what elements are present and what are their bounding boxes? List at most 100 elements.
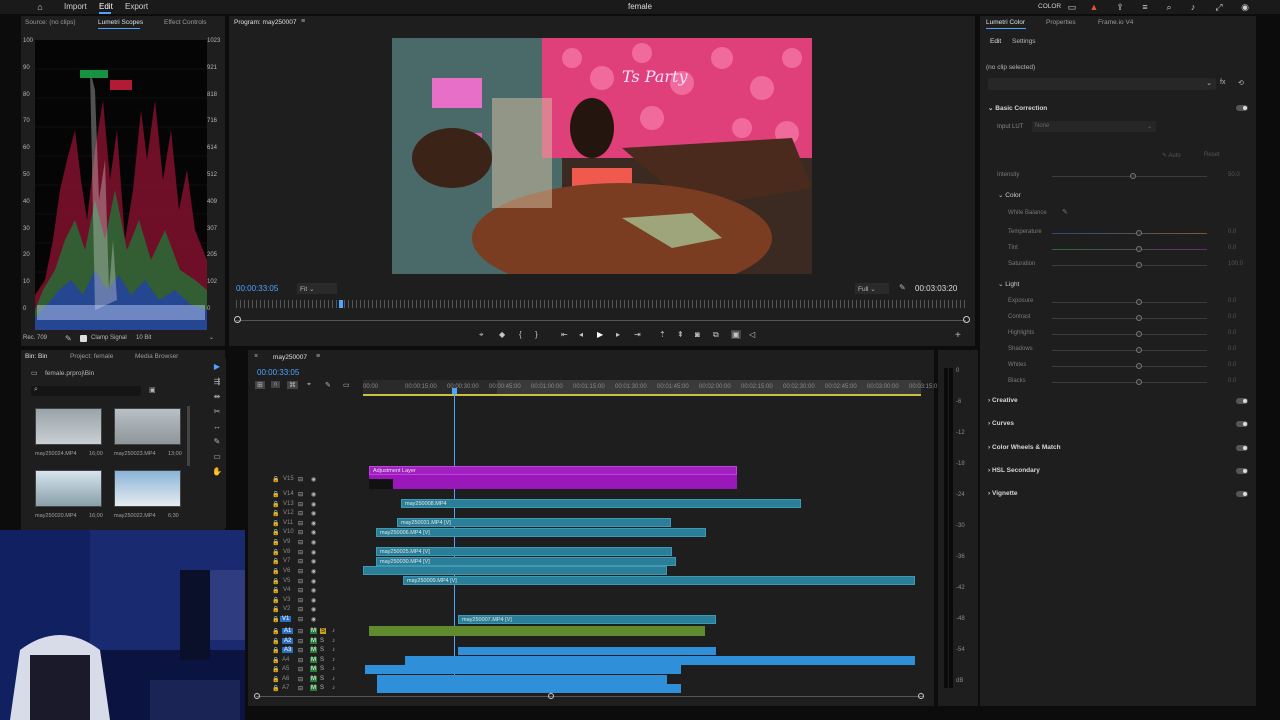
light-subsection-header[interactable]: ⌄ Light [998, 280, 1019, 288]
sync-icon[interactable]: ⊟ [298, 666, 303, 673]
mute-button[interactable]: M [310, 666, 317, 672]
sync-icon[interactable]: ⊟ [298, 520, 303, 527]
search-icon[interactable]: ⌕ [1163, 1, 1175, 13]
eye-icon[interactable]: ◉ [311, 606, 316, 613]
tab-media-browser[interactable]: Media Browser [135, 353, 178, 360]
track-name[interactable]: A1 [282, 628, 294, 634]
solo-button[interactable]: S [320, 638, 324, 644]
tab-lumetri-color[interactable]: Lumetri Color [986, 19, 1025, 26]
track-name[interactable]: A7 [282, 685, 289, 691]
slider-row[interactable]: Blacks 0.0 [980, 378, 1240, 388]
playhead-marker[interactable] [339, 300, 343, 308]
slider-value[interactable]: 0.0 [1228, 229, 1236, 235]
sync-icon[interactable]: ⊟ [298, 568, 303, 575]
lumetri-section-header[interactable]: › Color Wheels & Match [988, 444, 1248, 456]
lumetri-section-toggle[interactable] [1236, 444, 1248, 451]
slider-value[interactable]: 0.0 [1228, 346, 1236, 352]
fit-select[interactable]: Fit ⌄ [297, 283, 337, 294]
adjustment-layer-clip[interactable]: Adjustment Layer [369, 466, 737, 475]
chevron-down-icon[interactable]: ⌄ [209, 334, 214, 341]
horizontal-scrollbar[interactable] [256, 696, 924, 697]
lock-icon[interactable]: 🔒 [272, 529, 279, 536]
timeline-ruler[interactable]: 00:00 00:00:15:00 00:00:30:00 00:00:45:00 00… [363, 380, 937, 394]
lock-icon[interactable]: 🔒 [272, 501, 279, 508]
sequence-tab[interactable]: may250007 [273, 354, 307, 361]
work-area-bar[interactable] [363, 394, 921, 396]
sync-icon[interactable]: ⊟ [298, 529, 303, 536]
clip-select[interactable]: ⌄ [988, 78, 1216, 90]
bin-item-name[interactable]: may250023.MP4 [114, 451, 156, 457]
lock-icon[interactable]: 🔒 [272, 685, 279, 692]
panel-menu-icon[interactable]: ≡ [316, 353, 320, 360]
scroll-handle-mid[interactable] [548, 693, 554, 699]
marker-icon[interactable]: ⌖ [307, 381, 311, 389]
adjustment-layer-body[interactable] [369, 475, 737, 489]
eye-icon[interactable]: ◉ [311, 501, 316, 508]
basic-correction-toggle[interactable] [1236, 105, 1248, 111]
solo-button[interactable]: S [320, 685, 324, 691]
new-bin-icon[interactable]: ▣ [149, 386, 156, 394]
slip-icon[interactable]: ↔ [208, 422, 226, 431]
track-name[interactable]: A6 [282, 676, 289, 682]
lock-icon[interactable]: 🔒 [272, 616, 279, 623]
timeline-playhead[interactable] [454, 388, 455, 688]
camera-icon[interactable]: ◙ [695, 330, 700, 339]
lock-icon[interactable]: 🔒 [272, 587, 279, 594]
lock-icon[interactable]: 🔒 [272, 558, 279, 565]
audio-icon[interactable]: ◁ [749, 330, 755, 339]
scroll-handle-left[interactable] [254, 693, 260, 699]
lock-icon[interactable]: 🔒 [272, 597, 279, 604]
add-marker-icon[interactable]: ◆ [499, 330, 505, 339]
panel-menu-icon[interactable]: ≡ [301, 18, 305, 25]
eye-icon[interactable]: ◉ [311, 597, 316, 604]
audio-clip-a5[interactable] [365, 665, 681, 674]
step-forward-icon[interactable]: ▸ [616, 330, 620, 339]
selection-tool-icon[interactable]: ▶ [208, 362, 226, 371]
workspace-icon[interactable]: ▭ [1066, 1, 1078, 13]
lock-icon[interactable]: 🔒 [272, 491, 279, 498]
slider-knob[interactable] [1136, 230, 1142, 236]
eye-icon[interactable]: ◉ [311, 587, 316, 594]
slider-knob[interactable] [1130, 173, 1136, 179]
audio-clip-a7[interactable] [377, 684, 681, 693]
eye-icon[interactable]: ◉ [311, 476, 316, 483]
slider-knob[interactable] [1136, 363, 1142, 369]
lumetri-section-toggle[interactable] [1236, 398, 1248, 404]
slider-knob[interactable] [1136, 299, 1142, 305]
sync-icon[interactable]: ⊟ [298, 587, 303, 594]
sync-icon[interactable]: ⊟ [298, 578, 303, 585]
eyedropper-icon[interactable]: ✎ [1062, 208, 1068, 216]
lumetri-section-header[interactable]: › Vignette [988, 490, 1248, 502]
bin-thumbnail[interactable] [35, 470, 102, 507]
clip-may250006[interactable]: may250006.MP4 [V] [376, 528, 706, 537]
solo-button[interactable]: S [320, 628, 327, 634]
nest-icon[interactable]: ⊞ [255, 381, 265, 389]
marker-icon[interactable]: ⌖ [479, 330, 484, 340]
slider-value[interactable]: 0.0 [1228, 245, 1236, 251]
eye-icon[interactable]: ◉ [311, 568, 316, 575]
rectangle-icon[interactable]: ▭ [208, 452, 226, 461]
workspace-label[interactable]: COLOR [1038, 3, 1061, 10]
lock-icon[interactable]: 🔒 [272, 578, 279, 585]
subtab-edit[interactable]: Edit [990, 38, 1001, 45]
sync-icon[interactable]: ⊟ [298, 606, 303, 613]
reset-button[interactable]: Reset [1204, 152, 1220, 158]
colorspace-label[interactable]: Rec. 709 [23, 335, 47, 341]
tab-source[interactable]: Source: (no clips) [25, 19, 76, 26]
lumetri-section-header[interactable]: › Creative [988, 397, 1248, 409]
eye-icon[interactable]: ◉ [311, 539, 316, 546]
slider-knob[interactable] [1136, 331, 1142, 337]
linked-icon[interactable]: ⌘ [287, 381, 298, 389]
input-lut-select[interactable]: None ⌄ [1032, 121, 1156, 132]
eye-icon[interactable]: ◉ [311, 578, 316, 585]
eye-icon[interactable]: ◉ [311, 491, 316, 498]
bit-depth-select[interactable]: 10 Bit [136, 335, 151, 341]
mic-icon[interactable]: ♪ [332, 666, 335, 672]
sync-icon[interactable]: ⊟ [298, 510, 303, 517]
track-select-icon[interactable]: ⇶ [208, 377, 226, 386]
audio-clip-a3[interactable] [458, 647, 716, 655]
eye-icon[interactable]: ◉ [311, 510, 316, 517]
lock-icon[interactable]: 🔒 [272, 628, 279, 635]
track-name[interactable]: V10 [283, 529, 294, 535]
track-name[interactable]: V13 [283, 501, 294, 507]
